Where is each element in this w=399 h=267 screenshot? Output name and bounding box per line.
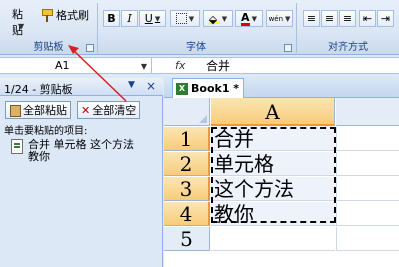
excel-icon: X [176, 82, 188, 95]
workbook-window: X Book1 * A 1 合并 2 单元格 3 这个方法 4 教你 5 [164, 76, 399, 267]
paste-button[interactable]: 粘贴 ▼ [6, 4, 32, 38]
row-header[interactable]: 4 [164, 202, 210, 226]
indent-icon: ⇥ [380, 12, 391, 25]
select-all-corner[interactable] [164, 98, 210, 126]
row-header[interactable]: 5 [164, 227, 210, 251]
cell-a5[interactable] [211, 227, 335, 251]
align-left-icon: ≡ [306, 12, 317, 25]
align-right-icon: ≡ [342, 12, 353, 25]
ribbon: 粘贴 ▼ 格式刷 剪贴板 B I U ▼ ▼ ⬙ ▼ A ▼ wén ▼ 字体 ≡ ≡ … [0, 0, 399, 55]
pane-options-icon[interactable]: ▼ [128, 80, 135, 90]
paintbrush-icon [40, 8, 54, 22]
row-header[interactable]: 3 [164, 177, 210, 201]
column-header-a[interactable]: A [211, 98, 335, 126]
clipboard-pane-header: 1/24 - 剪贴板 ▼ × [0, 78, 163, 96]
paste-all-button[interactable]: 全部粘贴 [5, 101, 71, 119]
align-left-button[interactable]: ≡ [303, 10, 320, 27]
clipboard-dialog-launcher[interactable] [86, 44, 94, 52]
cell-a3[interactable]: 这个方法 [211, 177, 335, 201]
column-header-b[interactable] [336, 98, 399, 126]
clipboard-hint: 单击要粘贴的项目: [4, 126, 88, 137]
cell-a1[interactable]: 合并 [211, 127, 335, 151]
alignment-group-label: 对齐方式 [328, 42, 368, 53]
workbook-tab-bar: X Book1 * [164, 76, 399, 98]
clear-icon: ✕ [81, 103, 91, 117]
chevron-down-icon: ▼ [221, 14, 228, 23]
align-center-button[interactable]: ≡ [321, 10, 338, 27]
name-box[interactable]: A1 ▼ [0, 58, 152, 74]
align-center-icon: ≡ [324, 12, 335, 25]
phonetic-label: wén [268, 14, 284, 23]
font-group: B I U ▼ ▼ ⬙ ▼ A ▼ wén ▼ 字体 [97, 0, 295, 55]
alignment-group: ≡ ≡ ≡ ⇤ ⇥ 对齐方式 [297, 0, 399, 55]
worksheet-grid[interactable]: A 1 合并 2 单元格 3 这个方法 4 教你 5 [164, 98, 399, 267]
clipboard-icon [9, 104, 21, 117]
cell-b4[interactable] [336, 202, 399, 226]
paste-all-label: 全部粘贴 [23, 104, 67, 117]
chevron-down-icon[interactable]: ▼ [141, 59, 147, 74]
outdent-icon: ⇤ [362, 12, 373, 25]
chevron-down-icon: ▼ [285, 14, 291, 23]
insert-function-button[interactable]: fx [175, 59, 185, 72]
chevron-down-icon: ▼ [251, 14, 257, 23]
clear-all-label: 全部清空 [92, 104, 137, 117]
underline-button[interactable]: U ▼ [139, 10, 166, 27]
cell-a2[interactable]: 单元格 [211, 152, 335, 176]
row-header[interactable]: 1 [164, 127, 210, 151]
clipboard-group-label: 剪贴板 [33, 42, 64, 53]
chevron-down-icon: ▼ [154, 14, 161, 23]
formula-input[interactable]: 合并 [206, 58, 230, 74]
borders-icon [175, 13, 187, 24]
clipboard-item[interactable]: 合并 单元格 这个方法 教你 [4, 136, 154, 166]
clipboard-pane: 1/24 - 剪贴板 ▼ × 全部粘贴 ✕ 全部清空 单击要粘贴的项目: 合并 … [0, 78, 163, 267]
cell-b1[interactable] [336, 127, 399, 151]
decrease-indent-button[interactable]: ⇤ [359, 10, 376, 27]
font-dialog-launcher[interactable] [284, 44, 292, 52]
chevron-down-icon: ▼ [188, 14, 195, 23]
align-right-button[interactable]: ≡ [339, 10, 356, 27]
underline-label: U [144, 12, 153, 25]
name-box-value: A1 [55, 59, 70, 72]
cell-b5[interactable] [336, 227, 399, 251]
bold-button[interactable]: B [103, 10, 120, 27]
cell-b2[interactable] [336, 152, 399, 176]
font-color-button[interactable]: A ▼ [235, 10, 263, 27]
italic-button[interactable]: I [121, 10, 138, 27]
clipboard-group: 粘贴 ▼ 格式刷 剪贴板 [0, 0, 97, 55]
close-icon[interactable]: × [146, 79, 156, 93]
document-icon [10, 139, 24, 155]
paint-bucket-icon: ⬙ [208, 13, 220, 26]
font-group-label: 字体 [186, 42, 206, 53]
fill-color-button[interactable]: ⬙ ▼ [203, 10, 233, 27]
borders-button[interactable]: ▼ [170, 10, 200, 27]
workbook-tab[interactable]: X Book1 * [172, 78, 244, 98]
format-painter-label: 格式刷 [56, 9, 89, 22]
increase-indent-button[interactable]: ⇥ [377, 10, 394, 27]
workbook-tab-title: Book1 * [191, 82, 240, 95]
formula-bar: A1 ▼ fx 合并 [0, 57, 399, 74]
chevron-down-icon: ▼ [18, 22, 25, 31]
row-header[interactable]: 2 [164, 152, 210, 176]
cell-b3[interactable] [336, 177, 399, 201]
clipboard-item-text-cont: 教你 [28, 150, 50, 163]
format-painter-button[interactable]: 格式刷 [40, 6, 89, 24]
font-color-label: A [241, 10, 250, 26]
cell-a4[interactable]: 教你 [211, 202, 335, 226]
clipboard-pane-title: 1/24 - 剪贴板 [4, 83, 73, 96]
clear-all-button[interactable]: ✕ 全部清空 [77, 101, 141, 119]
phonetic-guide-button[interactable]: wén ▼ [266, 10, 293, 27]
